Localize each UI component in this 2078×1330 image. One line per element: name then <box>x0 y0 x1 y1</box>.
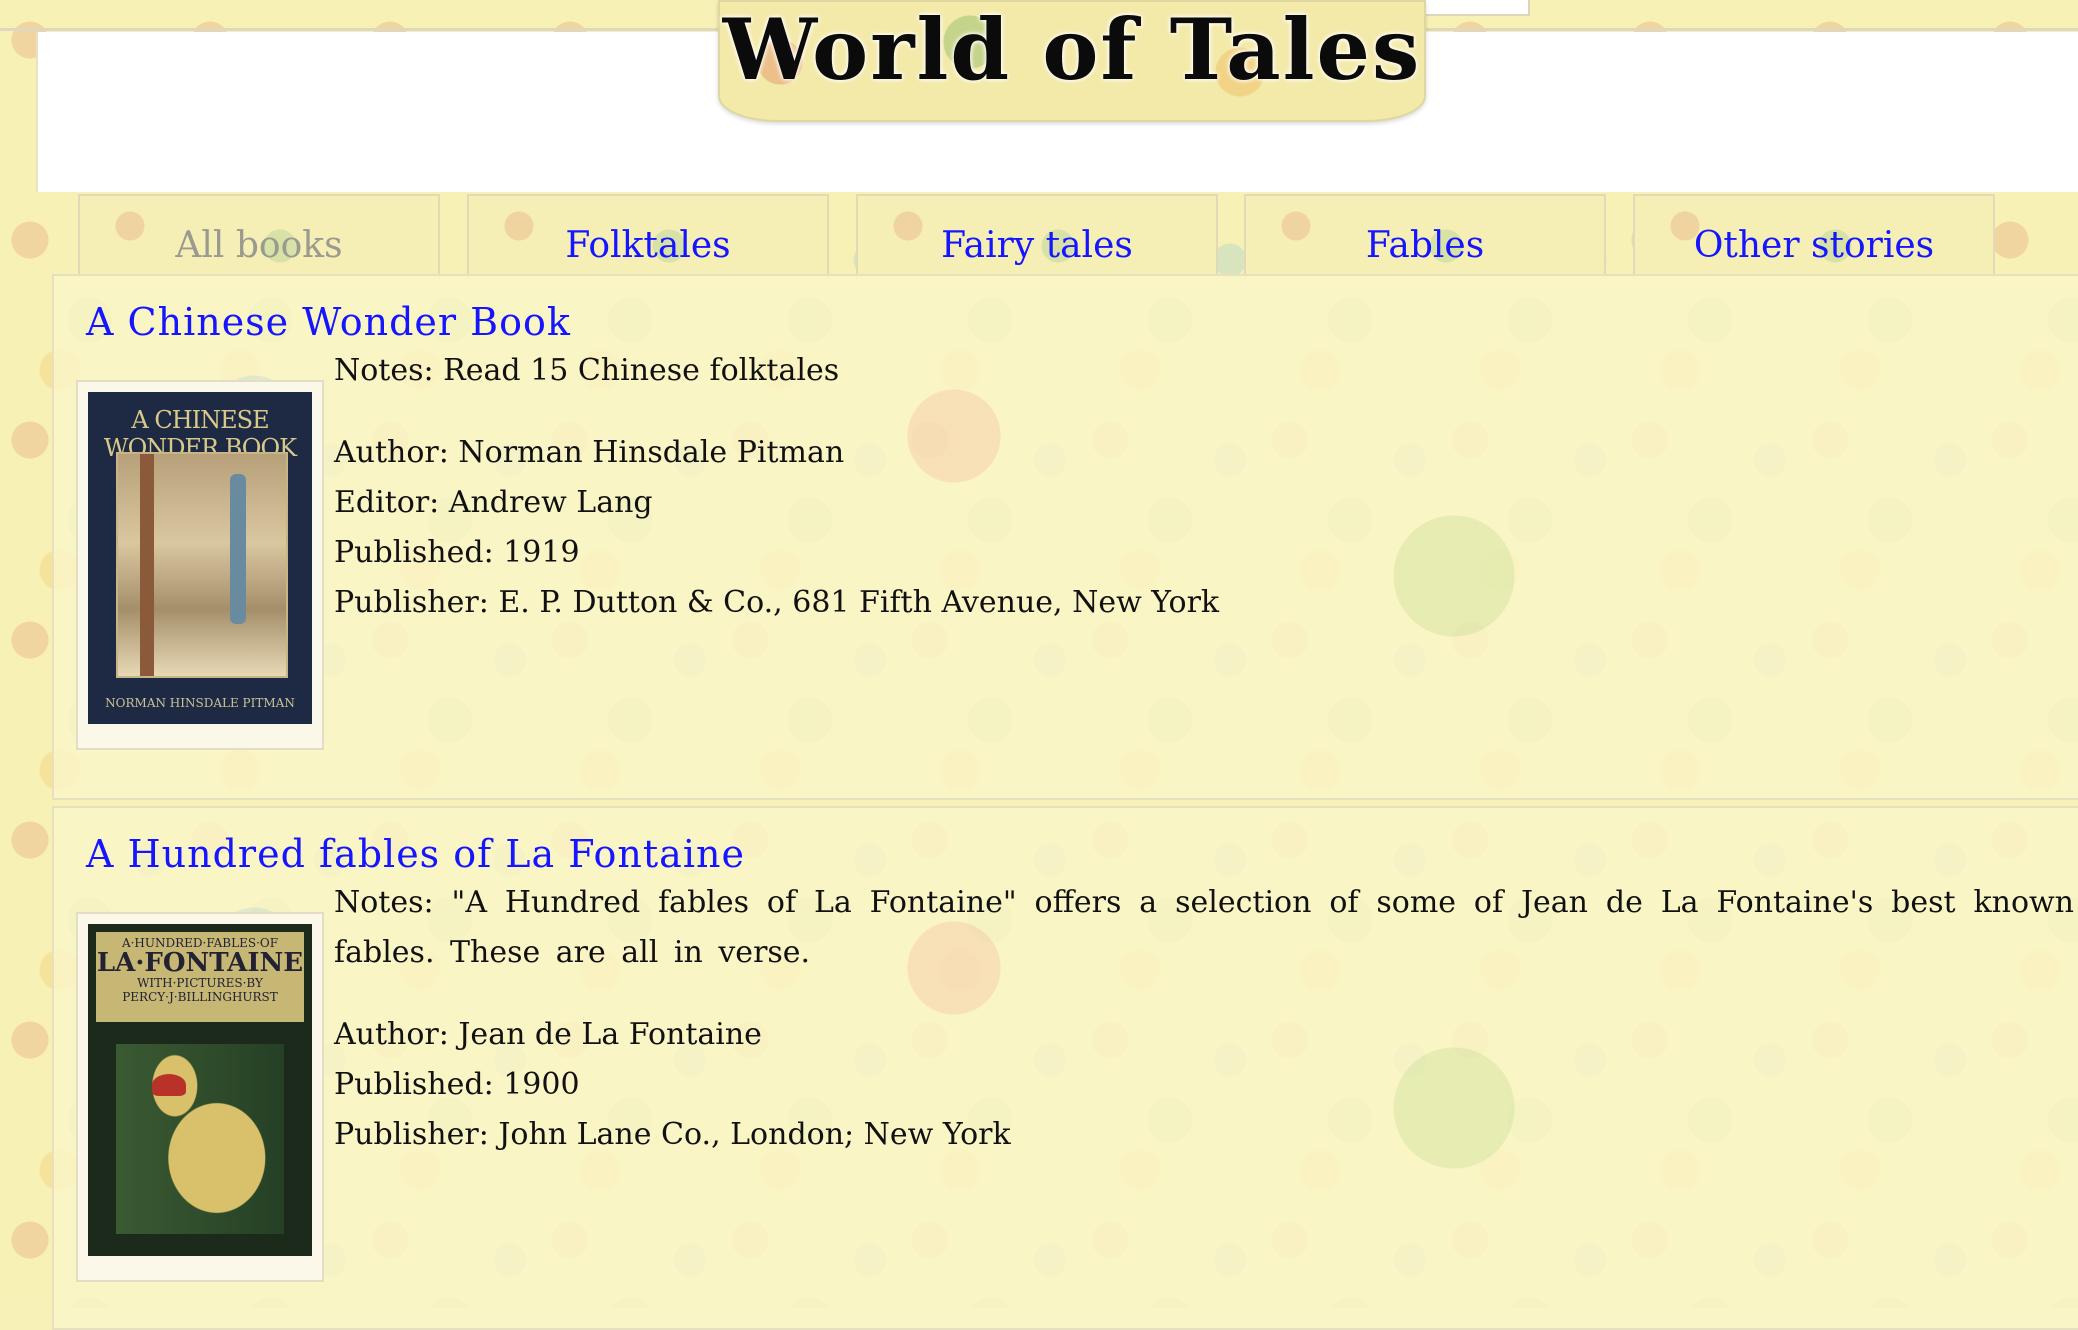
tab-folktales[interactable]: Folktales <box>467 194 829 278</box>
book-publisher: Publisher: E. P. Dutton & Co., 681 Fifth… <box>334 585 1220 620</box>
book-author: Author: Norman Hinsdale Pitman <box>334 435 845 470</box>
rooster-comb <box>152 1074 186 1096</box>
tab-all-books[interactable]: All books <box>78 194 440 278</box>
rooster-illustration <box>116 1044 284 1234</box>
book-notes: Notes: "A Hundred fables of La Fontaine"… <box>334 885 2074 970</box>
book-cover-image[interactable]: A CHINESE WONDER BOOK NORMAN HINSDALE PI… <box>88 392 312 724</box>
book-cover-frame[interactable]: A·HUNDRED·FABLES·OF LA·FONTAINE WITH·PIC… <box>76 912 324 1282</box>
cover-title-box: A·HUNDRED·FABLES·OF LA·FONTAINE WITH·PIC… <box>94 930 306 1024</box>
tab-other-stories[interactable]: Other stories <box>1633 194 1995 278</box>
cover-line-3: WITH·PICTURES·BY PERCY·J·BILLINGHURST <box>122 976 278 1004</box>
cover-author-text: NORMAN HINSDALE PITMAN <box>105 696 295 710</box>
book-details: Notes: "A Hundred fables of La Fontaine"… <box>334 878 2074 1160</box>
book-title-link[interactable]: A Chinese Wonder Book <box>86 300 571 344</box>
book-entry: A Chinese Wonder Book A CHINESE WONDER B… <box>52 274 2078 800</box>
book-editor: Editor: Andrew Lang <box>334 485 653 520</box>
book-details: Notes: Read 15 Chinese folktales Author:… <box>334 346 2074 628</box>
book-cover-image[interactable]: A·HUNDRED·FABLES·OF LA·FONTAINE WITH·PIC… <box>88 924 312 1256</box>
book-publisher: Publisher: John Lane Co., London; New Yo… <box>334 1117 1011 1152</box>
tab-fairy-tales[interactable]: Fairy tales <box>856 194 1218 278</box>
site-title[interactable]: World of Tales <box>720 2 1424 98</box>
cover-illustration <box>116 452 288 678</box>
book-entry: A Hundred fables of La Fontaine A·HUNDRE… <box>52 806 2078 1330</box>
book-published: Published: 1919 <box>334 535 580 570</box>
book-cover-frame[interactable]: A CHINESE WONDER BOOK NORMAN HINSDALE PI… <box>76 380 324 750</box>
book-author: Author: Jean de La Fontaine <box>334 1017 762 1052</box>
tab-fables[interactable]: Fables <box>1244 194 1606 278</box>
book-notes: Notes: Read 15 Chinese folktales <box>334 353 840 388</box>
site-title-banner: World of Tales <box>718 0 1426 122</box>
book-title-link[interactable]: A Hundred fables of La Fontaine <box>86 832 745 876</box>
cover-line-2: LA·FONTAINE <box>96 948 304 978</box>
book-published: Published: 1900 <box>334 1067 580 1102</box>
